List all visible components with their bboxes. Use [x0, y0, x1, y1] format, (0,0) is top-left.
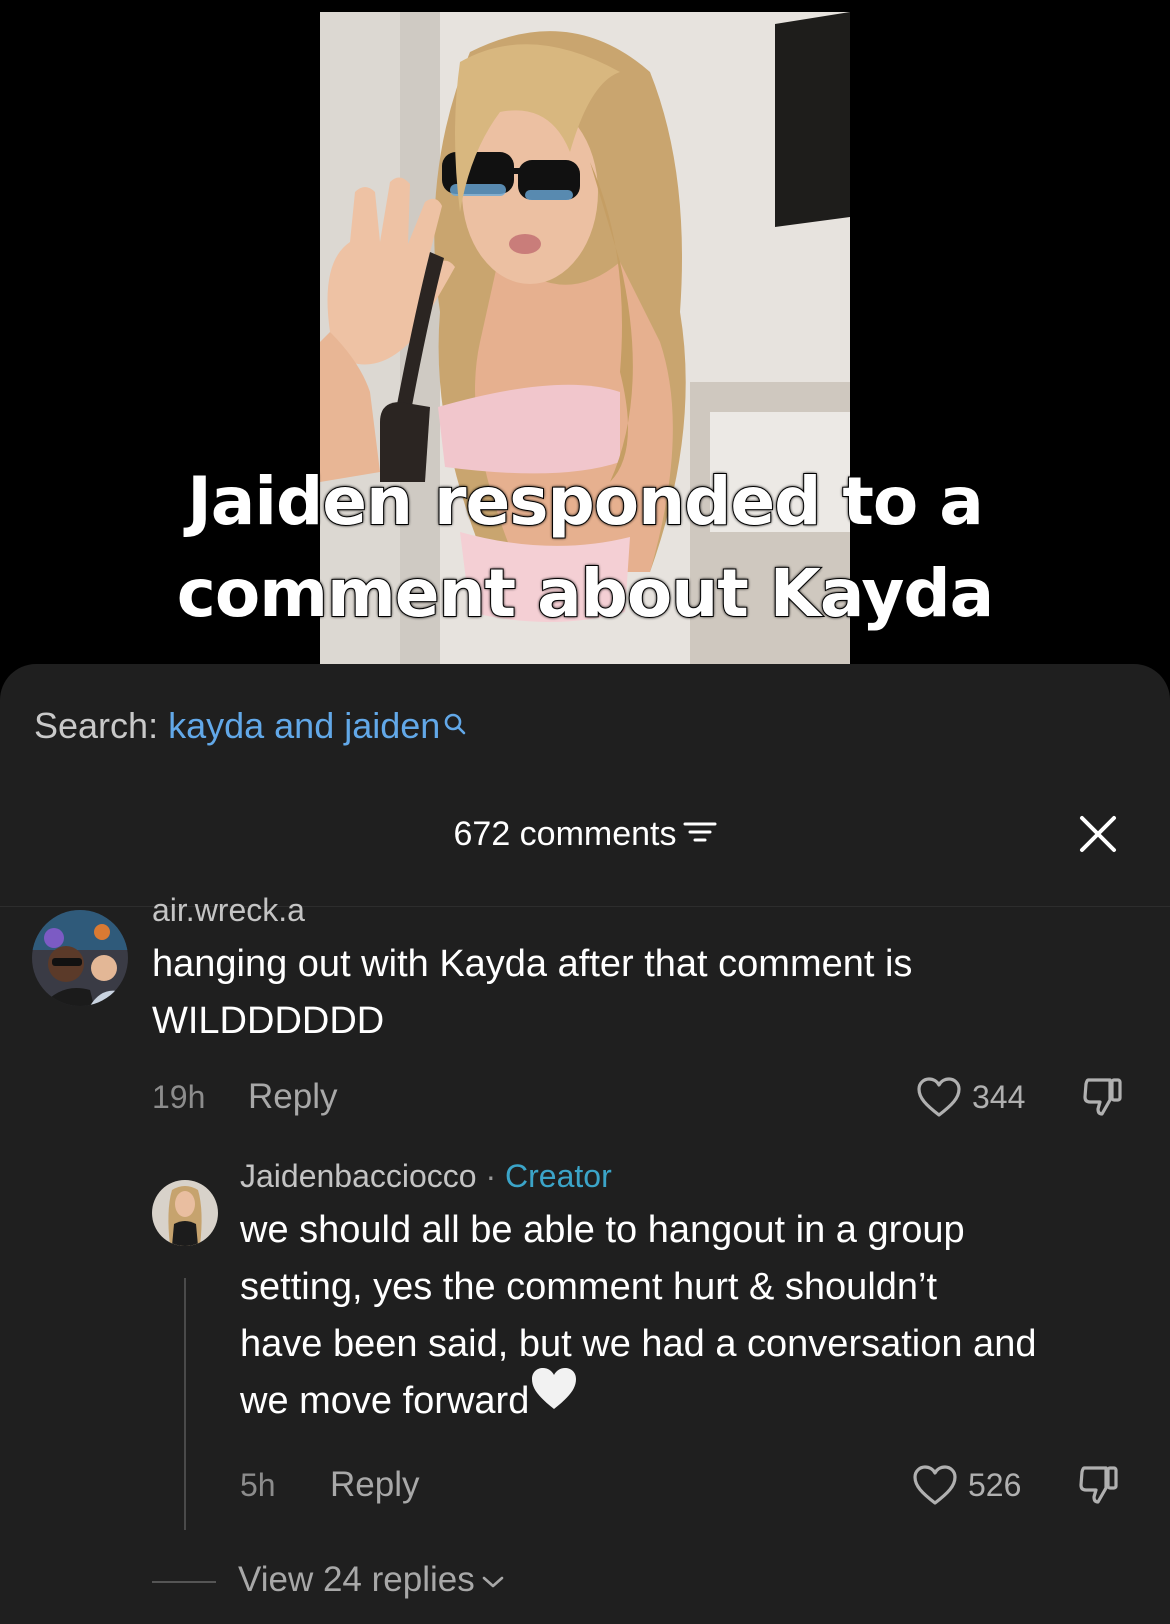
thumbs-down-icon[interactable] — [1080, 1074, 1126, 1120]
like-button[interactable]: 344 — [916, 1076, 1026, 1118]
heart-icon[interactable] — [916, 1076, 962, 1118]
replies-rule — [152, 1580, 216, 1583]
creator-avatar[interactable] — [152, 1180, 218, 1246]
search-label: Search: — [34, 705, 159, 746]
avatar[interactable] — [32, 910, 128, 1006]
comment-timestamp: 19h — [152, 1079, 206, 1115]
chevron-down-icon — [482, 1576, 504, 1588]
comment-text-line: WILDDDDDD — [152, 1000, 385, 1042]
view-replies-label: View 24 replies — [238, 1560, 475, 1599]
comments-count-header: 672 comments — [0, 814, 1170, 854]
search-query-link[interactable]: kayda and jaiden — [168, 705, 440, 746]
heart-icon[interactable] — [912, 1464, 958, 1506]
reply-text-line: we should all be able to hangout in a gr… — [240, 1209, 965, 1251]
reply-timestamp: 5h — [240, 1467, 276, 1503]
dislike-button[interactable] — [1080, 1074, 1126, 1125]
reply-text-line: have been said, but we had a conversatio… — [240, 1323, 1037, 1365]
video-caption: Jaiden responded to a comment about Kayd… — [0, 456, 1170, 640]
reply-text-line: setting, yes the comment hurt & shouldn’… — [240, 1266, 938, 1308]
reply-button[interactable]: Reply — [330, 1465, 419, 1505]
like-count: 344 — [972, 1079, 1026, 1115]
reply-text-last: we move forward — [240, 1380, 530, 1422]
search-suggestion[interactable]: Search: kayda and jaiden — [34, 704, 468, 748]
thumbs-down-icon[interactable] — [1076, 1462, 1122, 1508]
caption-line: comment about Kayda — [176, 554, 995, 633]
comments-sheet: Search: kayda and jaiden 672 comments ai… — [0, 664, 1170, 1624]
creator-badge: Creator — [505, 1158, 612, 1194]
video-preview[interactable]: Jaiden responded to a comment about Kayd… — [0, 0, 1170, 664]
white-heart-emoji — [529, 1366, 579, 1429]
reply-username[interactable]: Jaidenbacciocco — [240, 1158, 477, 1194]
dislike-button[interactable] — [1076, 1462, 1122, 1513]
filter-icon[interactable] — [683, 814, 717, 854]
thread-line — [184, 1278, 186, 1530]
close-icon[interactable] — [1076, 812, 1120, 856]
like-button[interactable]: 526 — [912, 1464, 1022, 1506]
reply-username-row: Jaidenbacciocco · Creator — [240, 1156, 612, 1196]
like-count: 526 — [968, 1467, 1022, 1503]
close-button[interactable] — [1076, 812, 1120, 856]
reply-button[interactable]: Reply — [248, 1077, 337, 1117]
reply-text-line: we move forward — [240, 1368, 1160, 1430]
caption-line: Jaiden responded to a — [186, 462, 985, 541]
comments-count: 672 comments — [453, 815, 677, 853]
comment-text: hanging out with Kayda after that commen… — [152, 936, 1152, 1050]
comment-text-line: hanging out with Kayda after that commen… — [152, 943, 913, 985]
comment-username[interactable]: air.wreck.a — [152, 890, 305, 930]
reply-text: we should all be able to hangout in a gr… — [240, 1202, 1160, 1430]
view-replies-button[interactable]: View 24 replies — [152, 1560, 505, 1600]
separator-dot: · — [485, 1158, 497, 1194]
search-icon[interactable] — [442, 704, 468, 748]
